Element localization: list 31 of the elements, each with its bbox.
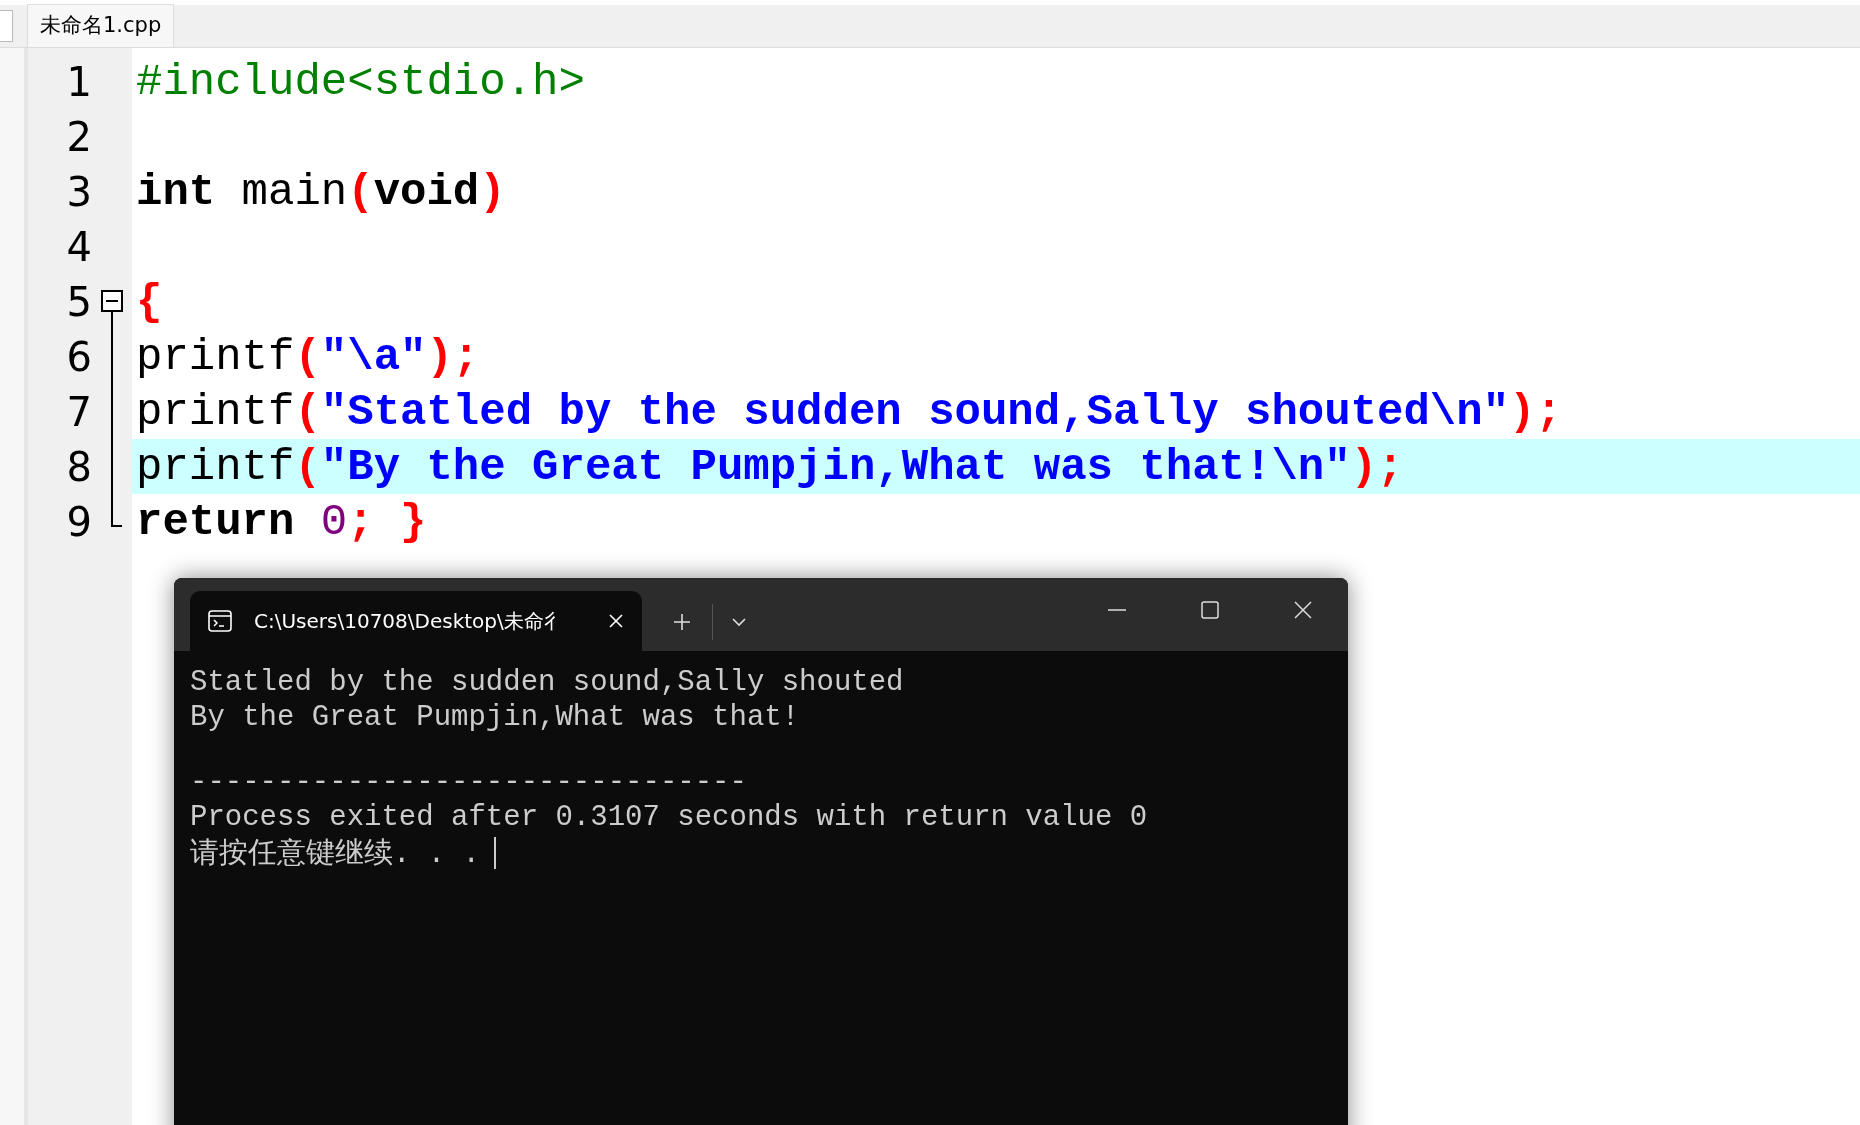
code-line: printf("Statled by the sudden sound,Sally shouted\n"); (136, 386, 1562, 437)
close-icon[interactable] (1293, 599, 1313, 620)
new-tab-icon[interactable] (672, 611, 692, 632)
line-number: 4 (66, 223, 92, 270)
code-line: { (136, 276, 163, 327)
fold-marker-drawing[interactable] (101, 290, 123, 527)
text-cursor (494, 836, 496, 869)
console-output-line: 请按任意键继续. . . (190, 836, 480, 873)
line-number: 7 (66, 388, 92, 435)
code-line: #include<stdio.h> (136, 56, 585, 107)
code-line: printf("\a"); (136, 331, 480, 382)
code-line: printf("By the Great Pumpjin,What was that!\n"); (136, 441, 1404, 492)
terminal-tab[interactable]: C:\Users\10708\Desktop\未命彳 (190, 591, 642, 651)
file-tab[interactable]: 未命名1.cpp (27, 4, 175, 47)
console-output-line: -------------------------------- (190, 766, 747, 799)
code-line: return 0; } (136, 496, 427, 547)
line-number: 8 (66, 443, 92, 490)
console-icon (208, 610, 232, 632)
line-number: 3 (66, 168, 92, 215)
line-number: 1 (66, 58, 92, 105)
line-number: 9 (66, 498, 92, 545)
console-output-line: By the Great Pumpjin,What was that! (190, 701, 800, 734)
console-output-line: Statled by the sudden sound,Sally shouted (190, 666, 904, 699)
line-number: 6 (66, 333, 92, 380)
dropdown-caret-icon[interactable] (731, 616, 747, 627)
console-output-line: Process exited after 0.3107 seconds with return value 0 (190, 801, 1148, 834)
line-number: 2 (66, 113, 92, 160)
code-line: int main(void) (136, 166, 506, 217)
line-number: 5 (66, 278, 92, 325)
maximize-icon[interactable] (1200, 599, 1220, 620)
close-tab-icon[interactable] (608, 613, 624, 629)
